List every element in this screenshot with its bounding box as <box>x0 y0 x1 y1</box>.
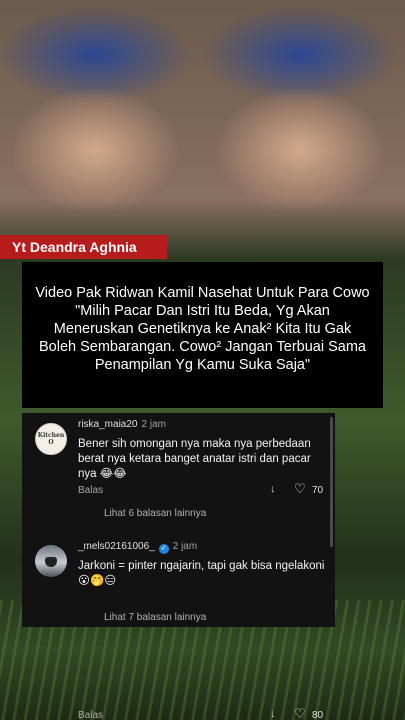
channel-tag: Yt Deandra Aghnia <box>0 235 167 259</box>
heart-icon[interactable]: ♡ <box>294 482 306 495</box>
comment-username[interactable]: riska_maia20 2 jam <box>78 419 166 430</box>
dislike-icon[interactable]: ↓ <box>270 708 276 720</box>
dislike-icon[interactable]: ↓ <box>270 483 276 495</box>
comment-time: 2 jam <box>141 419 166 430</box>
scrollbar[interactable] <box>330 417 333 547</box>
reply-button[interactable]: Balas <box>78 710 103 720</box>
username-text[interactable]: riska_maia20 <box>78 419 137 430</box>
avatar-text: Kitchen O <box>37 432 65 446</box>
caption-text: Video Pak Ridwan Kamil Nasehat Untuk Par… <box>35 285 370 373</box>
avatar-figure <box>45 557 57 567</box>
avatar[interactable]: Kitchen O <box>35 423 67 455</box>
caption-box: Video Pak Ridwan Kamil Nasehat Untuk Par… <box>22 262 383 408</box>
heart-icon[interactable]: ♡ <box>294 707 306 720</box>
comment-username[interactable]: _mels02161006_ ✓ 2 jam <box>78 541 197 554</box>
like-count: 80 <box>312 710 324 720</box>
view-more-replies[interactable]: Lihat 7 balasan lainnya <box>104 612 206 623</box>
avatar[interactable] <box>35 545 67 577</box>
comment-text: Bener sih omongan nya maka nya perbedaan… <box>78 438 311 480</box>
comment-text: Jarkoni = pinter ngajarin, tapi gak bisa… <box>78 560 325 587</box>
reply-button[interactable]: Balas <box>78 485 103 496</box>
view-more-replies[interactable]: Lihat 6 balasan lainnya <box>104 508 206 519</box>
comment-time: 2 jam <box>172 541 198 552</box>
username-text[interactable]: _mels02161006_ <box>78 541 155 552</box>
verified-icon: ✓ <box>158 544 169 554</box>
like-count: 70 <box>312 485 324 496</box>
comments-panel[interactable]: Kitchen O riska_maia20 2 jam Bener sih om… <box>22 413 335 720</box>
